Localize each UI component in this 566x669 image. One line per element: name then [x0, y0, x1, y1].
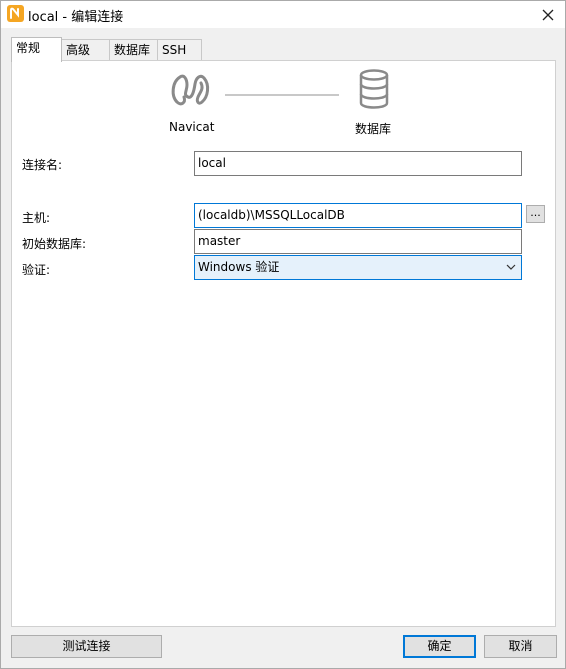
- test-connection-button[interactable]: 测试连接: [11, 635, 162, 658]
- tab-advanced[interactable]: 高级: [61, 39, 110, 61]
- connection-name-label: 连接名:: [22, 158, 63, 172]
- tab-databases[interactable]: 数据库: [109, 39, 158, 61]
- authentication-value: Windows 验证: [198, 260, 280, 274]
- database-icon: [358, 69, 390, 114]
- ok-button[interactable]: 确定: [403, 635, 476, 658]
- window-title: local - 编辑连接: [28, 10, 124, 25]
- connection-line: [225, 94, 339, 96]
- tab-databases-label: 数据库: [114, 43, 151, 57]
- title-bar: local - 编辑连接: [1, 1, 565, 28]
- general-tab-panel: [11, 60, 556, 627]
- initial-database-input[interactable]: master: [194, 229, 522, 254]
- chevron-down-icon: [506, 264, 516, 270]
- connection-name-input[interactable]: local: [194, 151, 522, 176]
- navicat-app-icon: [7, 5, 24, 22]
- authentication-label: 验证:: [22, 263, 51, 277]
- authentication-select[interactable]: Windows 验证: [194, 255, 522, 280]
- host-browse-button[interactable]: ...: [526, 205, 545, 223]
- close-icon: [542, 9, 554, 20]
- initial-database-label: 初始数据库:: [22, 237, 87, 251]
- edit-connection-dialog: local - 编辑连接 常规 高级 数据库 SSH Navicat 数据库 连…: [0, 0, 566, 669]
- tab-ssh[interactable]: SSH: [157, 39, 202, 61]
- cancel-button[interactable]: 取消: [484, 635, 557, 658]
- navicat-logo-icon: [169, 69, 211, 114]
- close-button[interactable]: [531, 1, 565, 28]
- server-label: 数据库: [355, 122, 392, 136]
- host-label: 主机:: [22, 211, 51, 225]
- client-label: Navicat: [169, 120, 215, 134]
- tab-advanced-label: 高级: [66, 43, 91, 57]
- host-input[interactable]: (localdb)\MSSQLLocalDB: [194, 203, 522, 228]
- tab-general[interactable]: 常规: [11, 37, 62, 62]
- tab-general-label: 常规: [16, 41, 41, 55]
- tab-ssh-label: SSH: [162, 43, 187, 57]
